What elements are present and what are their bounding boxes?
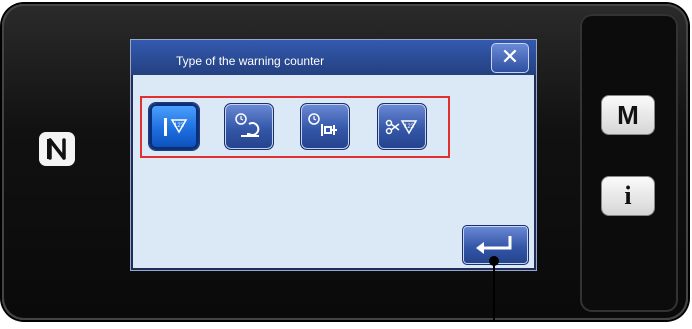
thread-trimming-counter-icon: 123 <box>385 119 418 135</box>
dialog-title: Type of the warning counter <box>176 54 325 68</box>
side-panel <box>580 14 678 312</box>
info-button[interactable]: i <box>601 176 655 216</box>
counter-type-button-thread-trimming[interactable]: 123 <box>377 103 427 150</box>
mode-button-label: M <box>617 99 639 130</box>
bobbin-thread-counter-icon: 123 <box>164 118 188 136</box>
svg-text:123: 123 <box>174 123 185 129</box>
power-on-time-counter-icon <box>308 113 337 136</box>
mode-button[interactable]: M <box>601 95 655 135</box>
info-button-label: i <box>624 181 632 210</box>
callout-pointer-line <box>493 258 495 322</box>
close-button[interactable]: ✕ <box>491 43 529 73</box>
counter-type-button-operating-time[interactable] <box>224 103 274 150</box>
close-icon: ✕ <box>500 44 520 69</box>
operating-time-counter-icon <box>235 113 260 137</box>
nfc-icon <box>39 132 75 166</box>
counter-type-button-power-on-time[interactable] <box>300 103 350 150</box>
dialog-title-bar: Type of the warning counter <box>131 40 536 75</box>
svg-text:123: 123 <box>404 124 415 130</box>
counter-type-button-bobbin[interactable]: 123 <box>149 103 199 150</box>
